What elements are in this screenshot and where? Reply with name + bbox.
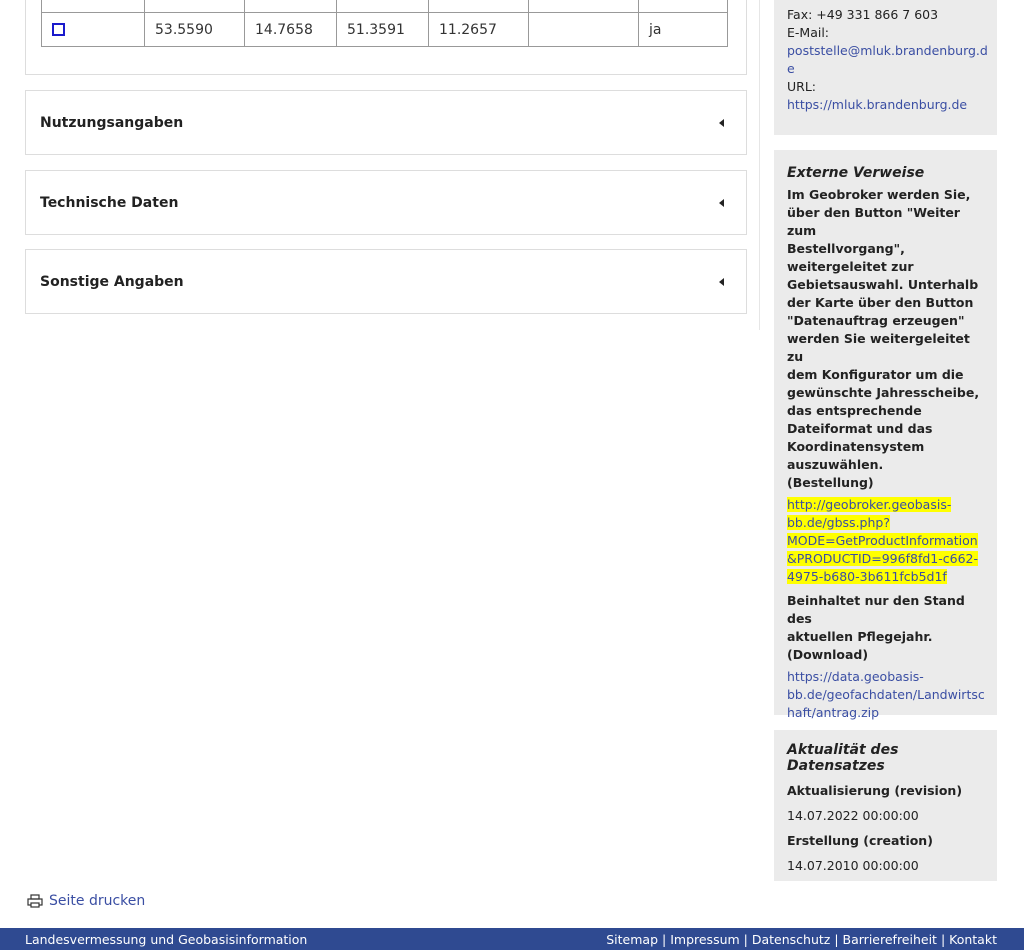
email-label: E-Mail: (787, 25, 830, 40)
print-page-link[interactable]: Seite drucken (27, 893, 145, 909)
footer: Landesvermessung und Geobasisinformation… (0, 928, 1024, 950)
footer-link-barrierefreiheit[interactable]: Barrierefreiheit (843, 932, 937, 947)
url-link[interactable]: https://mluk.brandenburg.de (787, 97, 967, 112)
revision-label: Aktualisierung (revision) (787, 783, 963, 798)
footer-org-name: Landesvermessung und Geobasisinformation (25, 932, 308, 947)
contact-box: Fax: +49 331 866 7 603 E-Mail: poststell… (774, 0, 997, 135)
table-cell: 14.7658 (244, 12, 337, 47)
download-description: Beinhaltet nur den Stand des aktuellen P… (787, 593, 965, 662)
accordion-title: Nutzungsangaben (40, 114, 184, 131)
geobroker-link[interactable]: http://geobroker.geobasis- bb.de/gbss.ph… (787, 496, 984, 586)
actuality-title: Aktualität des Datensatzes (787, 742, 899, 774)
footer-links: Sitemap | Impressum | Datenschutz | Barr… (606, 932, 997, 947)
coordinates-table: 53.5590 14.7658 51.3591 11.2657 ja (41, 0, 728, 47)
footer-link-kontakt[interactable]: Kontakt (949, 932, 997, 947)
table-cell: ja (638, 12, 728, 47)
row-select-cell[interactable] (41, 12, 145, 47)
caret-left-icon (719, 198, 724, 207)
caret-left-icon (719, 277, 724, 286)
table-cell: 53.5590 (144, 12, 245, 47)
email-link[interactable]: poststelle@mluk.brandenburg.d e (787, 42, 988, 78)
actuality-box: Aktualität des Datensatzes Aktualisierun… (774, 730, 997, 881)
footer-link-impressum[interactable]: Impressum (670, 932, 739, 947)
creation-value: 14.07.2010 00:00:00 (787, 858, 919, 873)
table-header-row (41, 0, 728, 13)
accordion-nutzungsangaben[interactable]: Nutzungsangaben (25, 90, 747, 155)
caret-left-icon (719, 118, 724, 127)
revision-value: 14.07.2022 00:00:00 (787, 808, 919, 823)
footer-link-datenschutz[interactable]: Datenschutz (752, 932, 831, 947)
footer-link-sitemap[interactable]: Sitemap (606, 932, 658, 947)
printer-icon (27, 894, 43, 908)
column-divider (759, 0, 760, 330)
table-cell (528, 12, 639, 47)
table-row: 53.5590 14.7658 51.3591 11.2657 ja (41, 12, 728, 47)
creation-label: Erstellung (creation) (787, 833, 933, 848)
checkbox-icon[interactable] (52, 23, 65, 36)
accordion-title: Technische Daten (40, 194, 179, 211)
fax-text: Fax: +49 331 866 7 603 (787, 7, 939, 22)
external-references-box: Externe Verweise Im Geobroker werden Sie… (774, 150, 997, 720)
url-label: URL: (787, 79, 817, 94)
accordion-sonstige-angaben[interactable]: Sonstige Angaben (25, 249, 747, 314)
external-description: Im Geobroker werden Sie, über den Button… (787, 187, 980, 490)
accordion-technische-daten[interactable]: Technische Daten (25, 170, 747, 235)
table-cell: 11.2657 (428, 12, 529, 47)
print-label: Seite drucken (49, 893, 146, 909)
table-cell: 51.3591 (336, 12, 429, 47)
coordinates-card: 53.5590 14.7658 51.3591 11.2657 ja (25, 0, 747, 75)
accordion-title: Sonstige Angaben (40, 273, 184, 290)
download-link[interactable]: https://data.geobasis- bb.de/geofachdate… (787, 668, 985, 722)
external-title: Externe Verweise (787, 165, 925, 181)
